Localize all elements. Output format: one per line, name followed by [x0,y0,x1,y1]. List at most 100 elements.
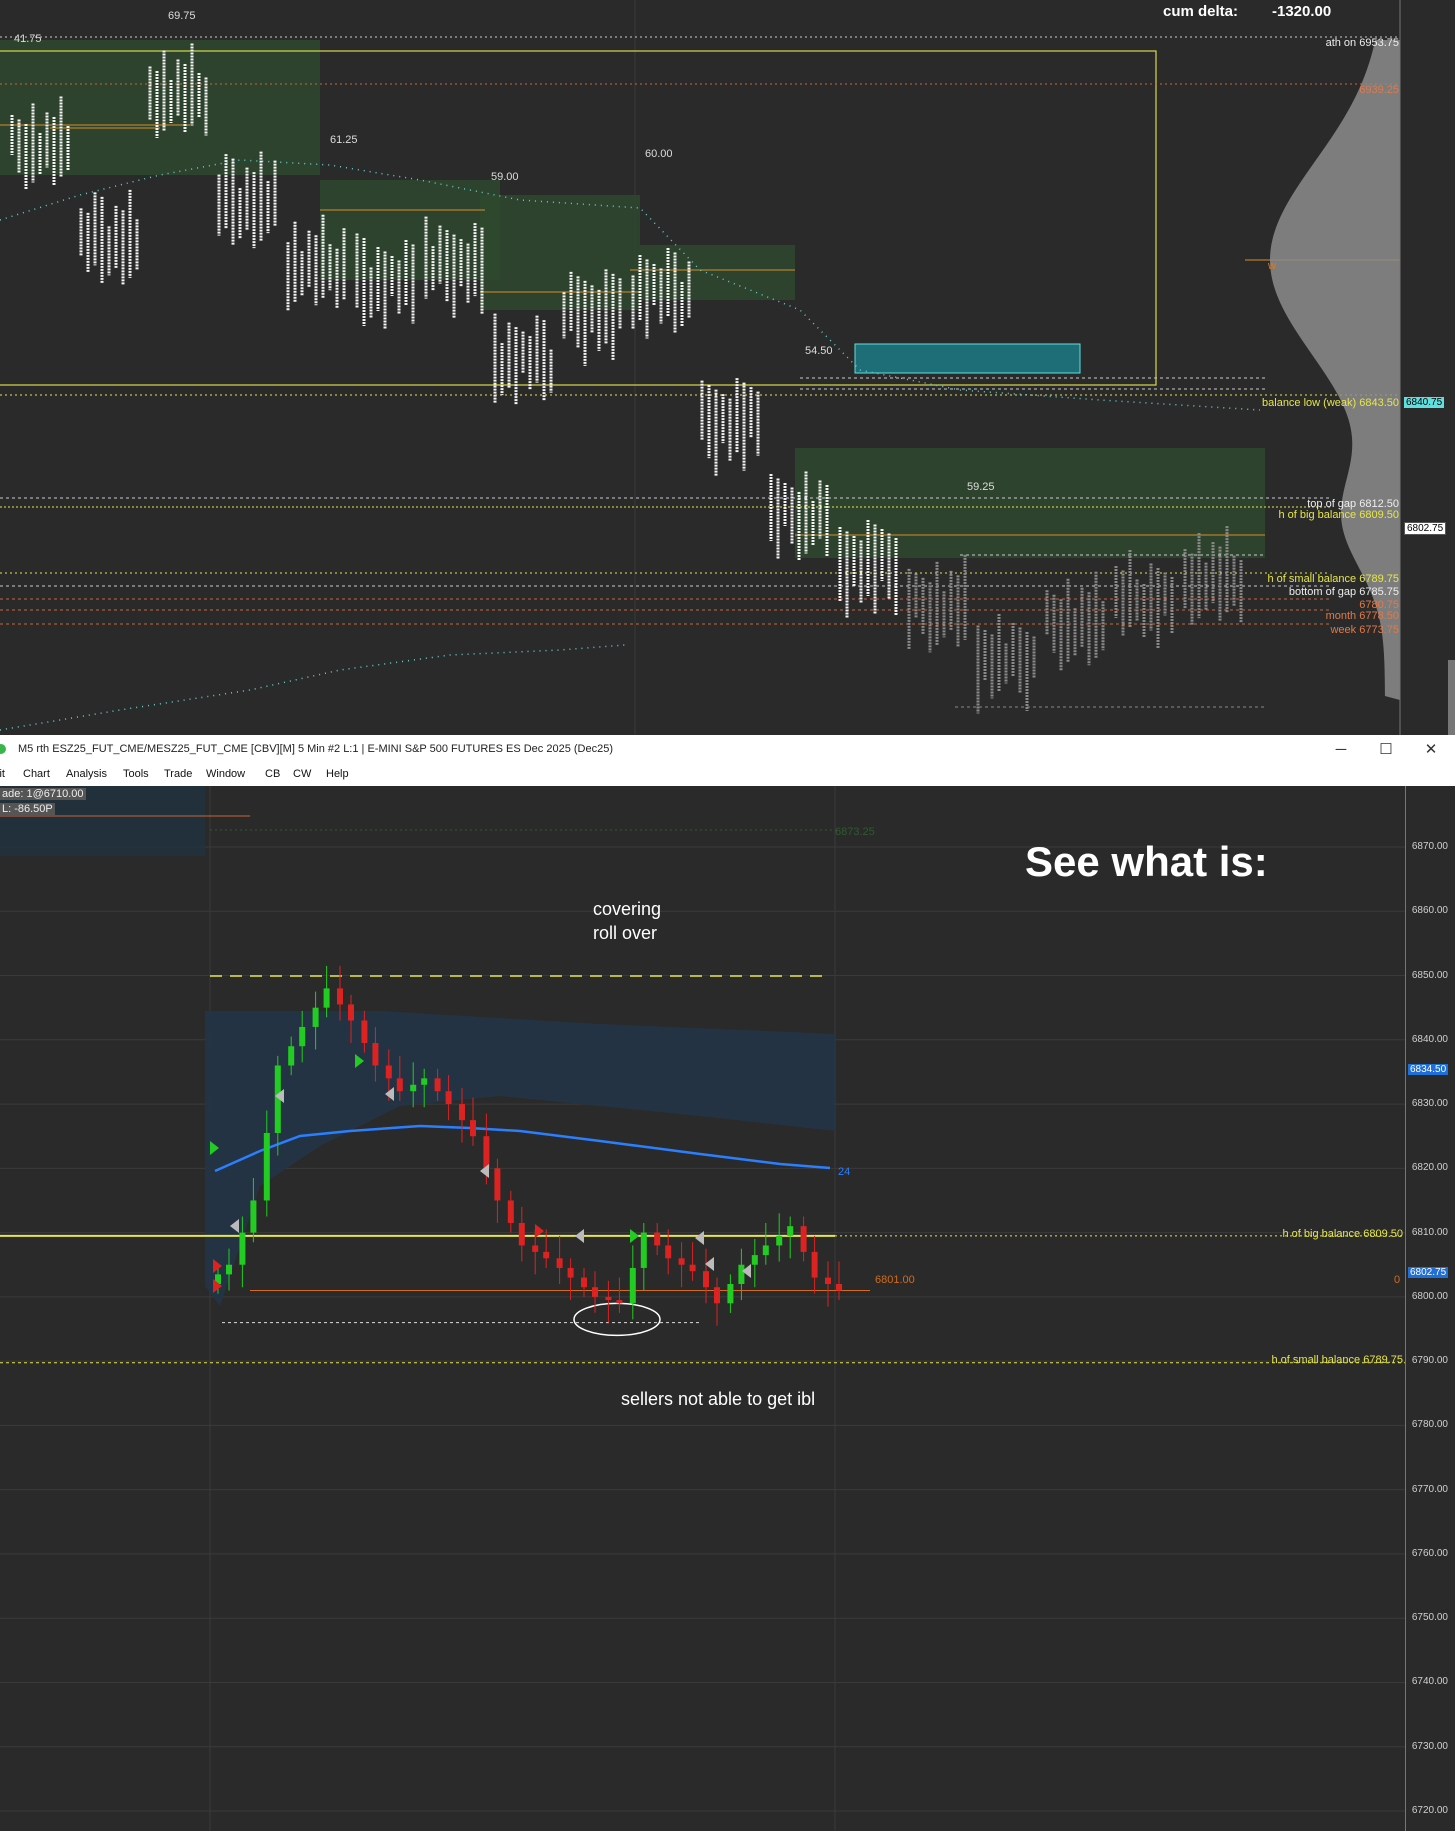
level-label-bottom-of-gap: bottom of gap 6785.75 [1288,586,1399,598]
candle-body [434,1078,441,1092]
window-title: M5 rth ESZ25_FUT_CME/MESZ25_FUT_CME [CBV… [18,743,614,755]
candle-body [518,1222,525,1246]
range-value-label: 41.75 [14,33,42,45]
menu-cb[interactable]: CB [265,768,280,780]
candle-body [459,1104,465,1121]
signal-arrow-icon [575,1229,584,1243]
axis-tick-label: 6860.00 [1411,905,1448,917]
level-label-small-balance: h of small balance 6789.75 [1271,1354,1404,1366]
axis-tick-label: 6730.00 [1411,1740,1448,1752]
candle-body [263,1132,270,1201]
level-label-big-balance: h of big balance 6809.50 [1278,509,1400,521]
candle-body [361,1020,368,1044]
menu-window[interactable]: Window [206,768,245,780]
candle-body [751,1255,758,1265]
candle-body [507,1200,514,1223]
value-area-box [480,195,640,310]
signal-arrow-icon [630,1229,639,1243]
candle-body [776,1235,783,1246]
candlestick-chart[interactable]: ade: 1@6710.00 L: -86.50P 6873.25 See wh… [0,786,1455,1831]
candle-body [385,1065,392,1079]
price-tag-current: 6840.75 [1404,397,1445,408]
menu-analysis[interactable]: Analysis [66,768,107,780]
candle-body [592,1287,598,1297]
candle-body [629,1267,636,1304]
axis-tick-label: 6830.00 [1411,1098,1448,1110]
close-button[interactable]: ✕ [1417,739,1445,761]
candle-body [312,1007,319,1027]
axis-tick-label: 6810.00 [1411,1226,1448,1238]
range-value-label: 69.75 [168,10,196,22]
menu-cw[interactable]: CW [293,768,311,780]
candle-body [616,1300,623,1304]
pl-info: L: -86.50P [0,803,55,815]
level-label-6939: 6939.25 [1359,84,1399,96]
candle-body [470,1120,476,1137]
candle-body [714,1287,720,1304]
candle-body [762,1245,769,1256]
axis-tick-label: 6790.00 [1411,1355,1448,1367]
candle-body [605,1296,612,1301]
maximize-button[interactable]: ☐ [1372,739,1400,761]
axis-tick-label: 6870.00 [1411,841,1448,852]
minimize-button[interactable]: ─ [1327,739,1355,761]
axis-tick-label: 6820.00 [1411,1162,1448,1174]
menu-chart[interactable]: Chart [23,768,50,780]
profile-chart-canvas[interactable] [0,0,1455,735]
gap-box [854,343,1081,374]
candle-body [483,1136,490,1169]
axis-tick-label: 6800.00 [1411,1290,1448,1302]
market-profile-chart[interactable]: cum delta: -1320.00 41.75 69.75 61.25 59… [0,0,1455,735]
menu-tools[interactable]: Tools [123,768,149,780]
candle-body [299,1026,306,1047]
price-axis[interactable]: 6870.00 6860.00 6850.00 6840.00 6830.00 6820.… [1405,786,1455,1831]
cum-delta-label: cum delta: [1163,3,1239,20]
candle-body [836,1284,842,1291]
range-value-label: 59.25 [967,481,995,493]
candle-chart-canvas[interactable] [0,786,1455,1831]
candle-body [445,1091,452,1105]
candle-body [337,988,343,1005]
low-highlight-ellipse [573,1302,661,1337]
faint-level-label: 6873.25 [835,826,875,838]
axis-tick-label: 6750.00 [1411,1612,1448,1624]
candle-body [665,1245,672,1259]
candle-body [811,1251,818,1278]
candle-body [543,1251,550,1259]
axis-tick-label: 6720.00 [1411,1805,1448,1816]
candle-body [640,1232,647,1268]
candle-body [727,1284,734,1304]
axis-tick-label: 6850.00 [1411,969,1448,981]
axis-tick-label: 6840.00 [1411,1033,1448,1045]
menu-help[interactable]: Help [326,768,349,780]
zero-label: 0 [1394,1274,1401,1286]
candle-body [323,988,330,1008]
level-label-small-balance: h of small balance 6789.75 [1267,573,1400,585]
level-label-balance-low: balance low (weak) 6843.50 [1262,397,1399,409]
level-label-big-balance: h of big balance 6809.50 [1282,1228,1404,1240]
scrollbar-thumb [1448,660,1455,735]
heading-text: See what is: [1025,838,1268,885]
vwap-label: 24 [838,1166,851,1178]
value-area-box [640,245,795,300]
range-value-label: 61.25 [330,134,358,146]
candle-body [410,1084,417,1092]
annotation-covering: covering [593,899,662,919]
price-tag-last: 6802.75 [1404,522,1447,535]
orange-level-label: 6801.00 [875,1274,915,1286]
value-area-box [320,180,500,280]
window-titlebar[interactable]: M5 rth ESZ25_FUT_CME/MESZ25_FUT_CME [CBV… [0,735,1455,766]
menu-edit[interactable]: lit [0,768,5,780]
level-label-month: month 6778.50 [1325,610,1399,622]
candle-body [800,1226,807,1252]
app-icon [0,744,6,754]
axis-tick-label: 6760.00 [1411,1547,1448,1559]
candle-body [372,1043,379,1066]
range-value-label: 59.00 [491,171,519,183]
candle-body [581,1277,587,1288]
candle-body [689,1264,696,1272]
candle-body [239,1232,246,1265]
menu-trade[interactable]: Trade [164,768,192,780]
range-value-label: 60.00 [645,148,673,160]
value-area-box [795,448,1265,558]
